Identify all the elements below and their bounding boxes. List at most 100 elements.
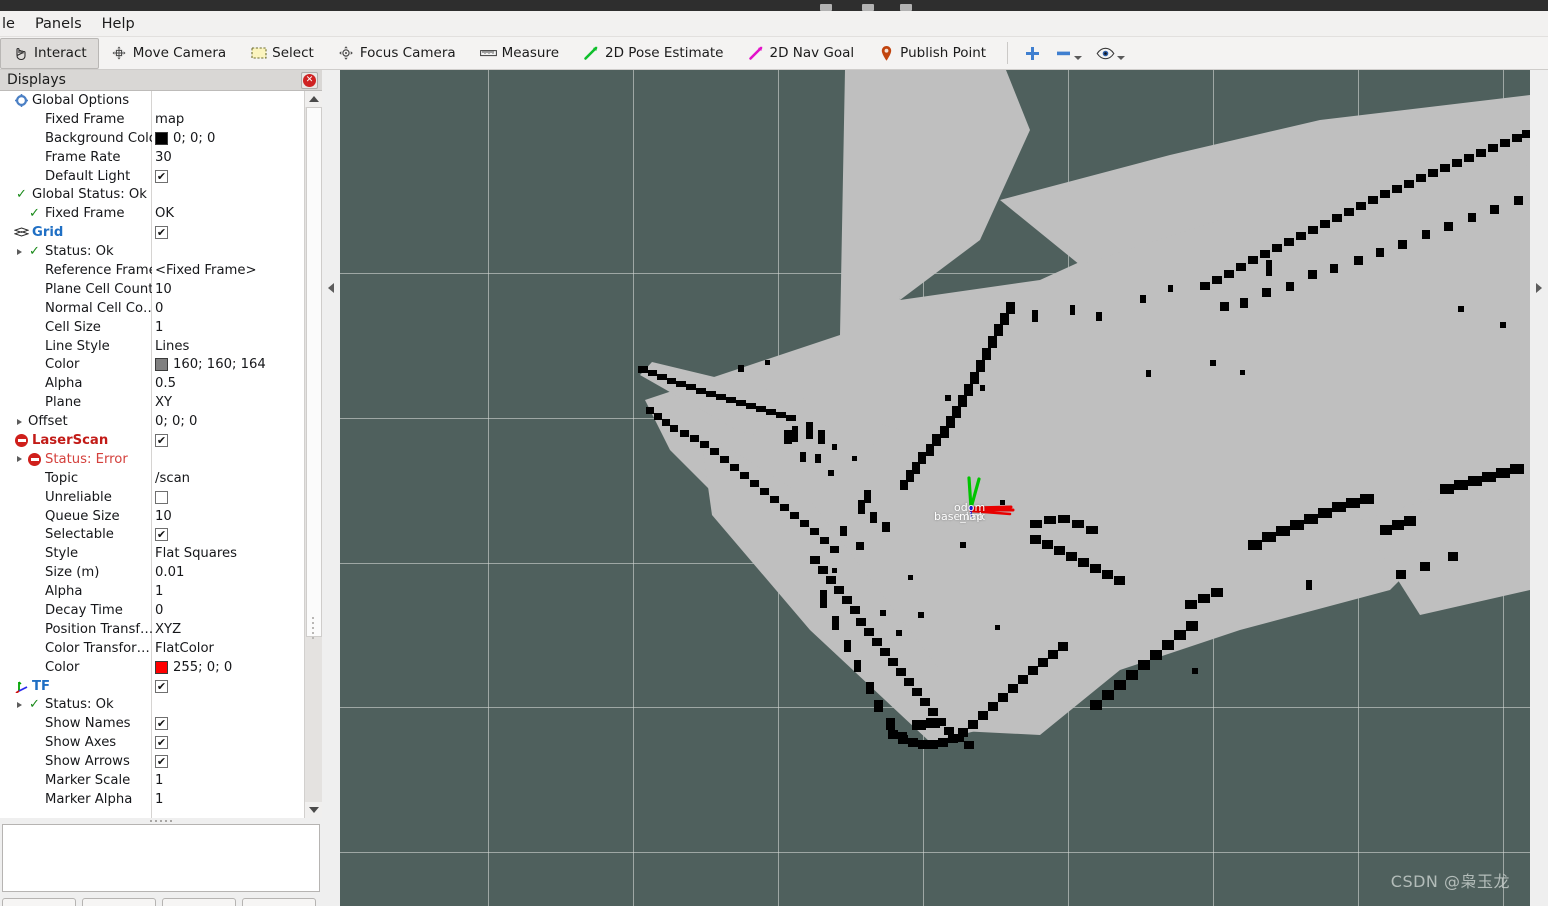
display-row-value-cell[interactable]: ✔ <box>152 736 304 750</box>
display-row[interactable]: Decay Time 0 <box>0 601 304 620</box>
display-row-value-cell[interactable]: 0 <box>152 301 304 316</box>
tool-2d-pose-estimate[interactable]: 2D Pose Estimate <box>571 38 735 69</box>
display-row[interactable]: Background Color 0; 0; 0 <box>0 129 304 148</box>
display-row-value-cell[interactable]: XY <box>152 395 304 410</box>
display-row-value-cell[interactable]: 0; 0; 0 <box>152 414 304 429</box>
checkbox[interactable]: ✔ <box>155 736 168 750</box>
display-row[interactable]: Size (m) 0.01 <box>0 563 304 582</box>
display-row[interactable]: Show Arrows ✔ <box>0 752 304 771</box>
display-row-value-cell[interactable]: ✔ <box>152 717 304 731</box>
remove-display-button[interactable] <box>162 898 236 906</box>
checkbox[interactable]: ✔ <box>155 755 168 769</box>
add-tool-button[interactable] <box>1017 45 1048 62</box>
render-view-3d[interactable]: odom base_link map CSDN @枭玉龙 <box>340 70 1530 906</box>
display-row[interactable]: Status: Error <box>0 450 304 469</box>
display-row-value-cell[interactable]: 0.5 <box>152 376 304 391</box>
add-display-button[interactable] <box>2 898 76 906</box>
display-row[interactable]: Grid ✔ <box>0 223 304 242</box>
display-row[interactable]: Position Transf… XYZ <box>0 620 304 639</box>
display-row-value-cell[interactable]: 30 <box>152 150 304 165</box>
display-row[interactable]: Normal Cell Co… 0 <box>0 299 304 318</box>
scroll-up-button[interactable] <box>305 91 322 107</box>
display-row[interactable]: Cell Size 1 <box>0 318 304 337</box>
display-row-value-cell[interactable] <box>152 490 304 504</box>
display-row-value-cell[interactable]: ✔ <box>152 169 304 183</box>
display-row[interactable]: Marker Alpha 1 <box>0 790 304 809</box>
display-row-value-cell[interactable]: 0.01 <box>152 565 304 580</box>
display-row[interactable]: Queue Size 10 <box>0 507 304 526</box>
display-row[interactable]: Fixed Frame map <box>0 110 304 129</box>
display-row-value-cell[interactable]: OK <box>152 206 304 221</box>
color-swatch[interactable] <box>155 131 168 145</box>
menu-help[interactable]: Help <box>92 12 145 36</box>
display-row[interactable]: Plane Cell Count 10 <box>0 280 304 299</box>
display-row[interactable]: Global Options <box>0 91 304 110</box>
checkbox[interactable] <box>155 490 168 504</box>
remove-tool-caret-icon[interactable] <box>1074 56 1083 60</box>
display-row[interactable]: Line Style Lines <box>0 337 304 356</box>
displays-tree[interactable]: Global Options Fixed Frame map Background C… <box>0 91 304 809</box>
checkbox[interactable]: ✔ <box>155 679 168 693</box>
display-row-value-cell[interactable]: 1 <box>152 773 304 788</box>
display-row-value-cell[interactable]: ✔ <box>152 528 304 542</box>
display-row[interactable]: ✓ Fixed Frame OK <box>0 204 304 223</box>
display-row[interactable]: Color 160; 160; 164 <box>0 355 304 374</box>
right-panel-collapse-handle[interactable] <box>1530 70 1548 906</box>
checkbox[interactable]: ✔ <box>155 717 168 731</box>
tool-move-camera[interactable]: Move Camera <box>99 38 238 69</box>
checkbox[interactable]: ✔ <box>155 528 168 542</box>
display-row[interactable]: Alpha 1 <box>0 582 304 601</box>
display-row-value-cell[interactable]: FlatColor <box>152 641 304 656</box>
scrollbar-thumb[interactable] <box>306 107 322 637</box>
display-row[interactable]: Default Light ✔ <box>0 167 304 186</box>
display-row[interactable]: LaserScan ✔ <box>0 431 304 450</box>
tool-visibility-button[interactable] <box>1089 46 1132 60</box>
color-swatch[interactable] <box>155 660 168 674</box>
visibility-caret-icon[interactable] <box>1117 56 1126 60</box>
display-row[interactable]: ✓ Status: Ok <box>0 242 304 261</box>
display-row[interactable]: Alpha 0.5 <box>0 374 304 393</box>
display-row-value-cell[interactable]: ✔ <box>152 433 304 447</box>
display-row[interactable]: Topic/scan <box>0 469 304 488</box>
display-row-value-cell[interactable]: ✔ <box>152 679 304 693</box>
tool-focus-camera[interactable]: Focus Camera <box>326 38 468 69</box>
display-row-value-cell[interactable]: <Fixed Frame> <box>152 263 304 278</box>
display-row[interactable]: Unreliable <box>0 488 304 507</box>
left-panel-collapse-handle[interactable] <box>322 70 340 906</box>
display-row-value-cell[interactable]: 0; 0; 0 <box>152 131 304 146</box>
display-row-value-cell[interactable]: ✔ <box>152 755 304 769</box>
display-row[interactable]: Frame Rate 30 <box>0 148 304 167</box>
display-row-value-cell[interactable]: 1 <box>152 320 304 335</box>
scroll-down-button[interactable] <box>305 802 322 818</box>
display-row[interactable]: Color 255; 0; 0 <box>0 658 304 677</box>
scrollbar-track[interactable] <box>305 107 322 802</box>
checkbox[interactable]: ✔ <box>155 226 168 240</box>
display-row-value-cell[interactable]: /scan <box>152 471 304 486</box>
tool-publish-point[interactable]: Publish Point <box>866 38 998 69</box>
tool-2d-nav-goal[interactable]: 2D Nav Goal <box>736 38 867 69</box>
tool-measure[interactable]: Measure <box>468 38 571 69</box>
display-row-value-cell[interactable]: 160; 160; 164 <box>152 357 304 372</box>
display-row-value-cell[interactable]: ✔ <box>152 226 304 240</box>
display-row-value-cell[interactable]: 10 <box>152 509 304 524</box>
remove-tool-button[interactable] <box>1048 46 1089 60</box>
tool-interact[interactable]: Interact <box>0 37 99 69</box>
display-row-value-cell[interactable]: 0 <box>152 603 304 618</box>
display-row[interactable]: Show Names ✔ <box>0 714 304 733</box>
expand-triangle-icon[interactable] <box>13 418 26 425</box>
display-row-value-cell[interactable]: 10 <box>152 282 304 297</box>
display-row-value-cell[interactable]: 1 <box>152 792 304 807</box>
display-row[interactable]: Selectable ✔ <box>0 525 304 544</box>
display-row-value-cell[interactable]: map <box>152 112 304 127</box>
display-row-value-cell[interactable]: 255; 0; 0 <box>152 660 304 675</box>
tool-select[interactable]: Select <box>238 38 326 69</box>
display-row[interactable]: Marker Scale 1 <box>0 771 304 790</box>
checkbox[interactable]: ✔ <box>155 433 168 447</box>
display-row[interactable]: Show Axes ✔ <box>0 733 304 752</box>
display-row[interactable]: Reference Frame <Fixed Frame> <box>0 261 304 280</box>
expand-triangle-icon[interactable] <box>13 456 26 463</box>
display-row[interactable]: ✓ Global Status: Ok <box>0 185 304 204</box>
display-row[interactable]: Color Transfor… FlatColor <box>0 639 304 658</box>
color-swatch[interactable] <box>155 358 168 372</box>
display-row[interactable]: Offset 0; 0; 0 <box>0 412 304 431</box>
